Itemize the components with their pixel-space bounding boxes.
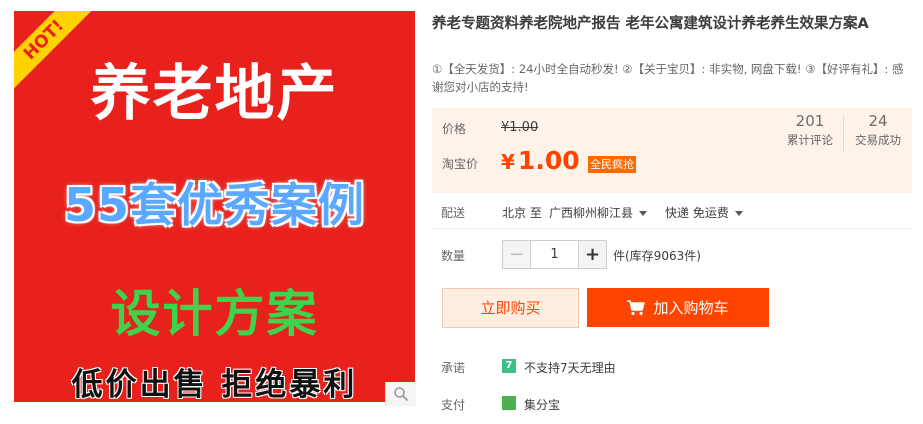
quantity-stepper: − 1 + — [502, 240, 607, 269]
taobao-price-label: 淘宝价 — [442, 157, 479, 171]
chevron-down-icon — [639, 211, 648, 216]
add-to-cart-label: 加入购物车 — [653, 299, 729, 317]
deals-stat: 24 交易成功 — [845, 110, 911, 148]
shipping-option-text: 快递 免运费 — [665, 206, 729, 220]
reviews-stat[interactable]: 201 累计评论 — [777, 110, 843, 148]
image-headline: 养老地产 — [90, 59, 339, 129]
shipping-option[interactable]: 快递 免运费 — [665, 204, 743, 221]
delivery-destination[interactable]: 广西柳州柳江县 — [549, 204, 648, 221]
taobao-price: ¥1.00 — [501, 146, 580, 175]
quantity-input[interactable]: 1 — [531, 241, 578, 268]
price-panel: 价格 ¥1.00 淘宝价 ¥1.00 全民疯抢 201 累计评论 24 交易成功 — [432, 108, 912, 193]
chevron-down-icon — [734, 211, 743, 216]
original-price: ¥1.00 — [501, 120, 539, 135]
payment-text: 集分宝 — [524, 398, 561, 412]
deals-label: 交易成功 — [855, 133, 901, 147]
reviews-count: 201 — [795, 112, 825, 130]
promo-tag[interactable]: 全民疯抢 — [588, 156, 636, 173]
delivery-label: 配送 — [441, 206, 466, 220]
delivery-from: 北京 至 — [502, 206, 542, 220]
product-image[interactable]: HOT! 养老地产 55套优秀案例 设计方案 低价出售 拒绝暴利 — [14, 11, 415, 402]
product-subtitle: ①【全天发货】: 24小时全自动秒发! ②【关于宝贝】: 非实物, 网盘下载! … — [432, 62, 904, 94]
payment-label: 支付 — [441, 398, 466, 412]
delivery-destination-text: 广西柳州柳江县 — [549, 206, 634, 220]
cart-icon — [627, 299, 646, 315]
buy-now-button[interactable]: 立即购买 — [442, 288, 579, 328]
reviews-label: 累计评论 — [787, 133, 833, 147]
zoom-button[interactable] — [385, 382, 416, 406]
currency-symbol: ¥ — [501, 150, 515, 174]
add-to-cart-button[interactable]: 加入购物车 — [587, 288, 769, 327]
seven-day-icon: 7 — [502, 359, 516, 373]
quantity-decrease-button[interactable]: − — [503, 241, 531, 268]
promise-text[interactable]: 不支持7天无理由 — [524, 359, 616, 376]
image-design-plan: 设计方案 — [110, 285, 319, 343]
magnifier-icon — [394, 387, 409, 402]
quantity-label: 数量 — [441, 249, 466, 263]
jifenbao-icon — [502, 396, 516, 410]
deals-count: 24 — [868, 112, 888, 130]
image-slogan: 低价出售 拒绝暴利 — [71, 367, 358, 402]
product-title: 养老专题资料养老院地产报告 老年公寓建筑设计养老养生效果方案A — [432, 16, 869, 32]
quantity-increase-button[interactable]: + — [578, 241, 606, 268]
taobao-price-value: 1.00 — [517, 146, 580, 175]
divider — [432, 228, 912, 229]
promise-label: 承诺 — [441, 361, 466, 375]
stat-divider — [843, 114, 844, 152]
price-label: 价格 — [442, 122, 467, 136]
stock-info: 件(库存9063件) — [613, 249, 701, 263]
image-case-count: 55套优秀案例 — [63, 178, 365, 232]
